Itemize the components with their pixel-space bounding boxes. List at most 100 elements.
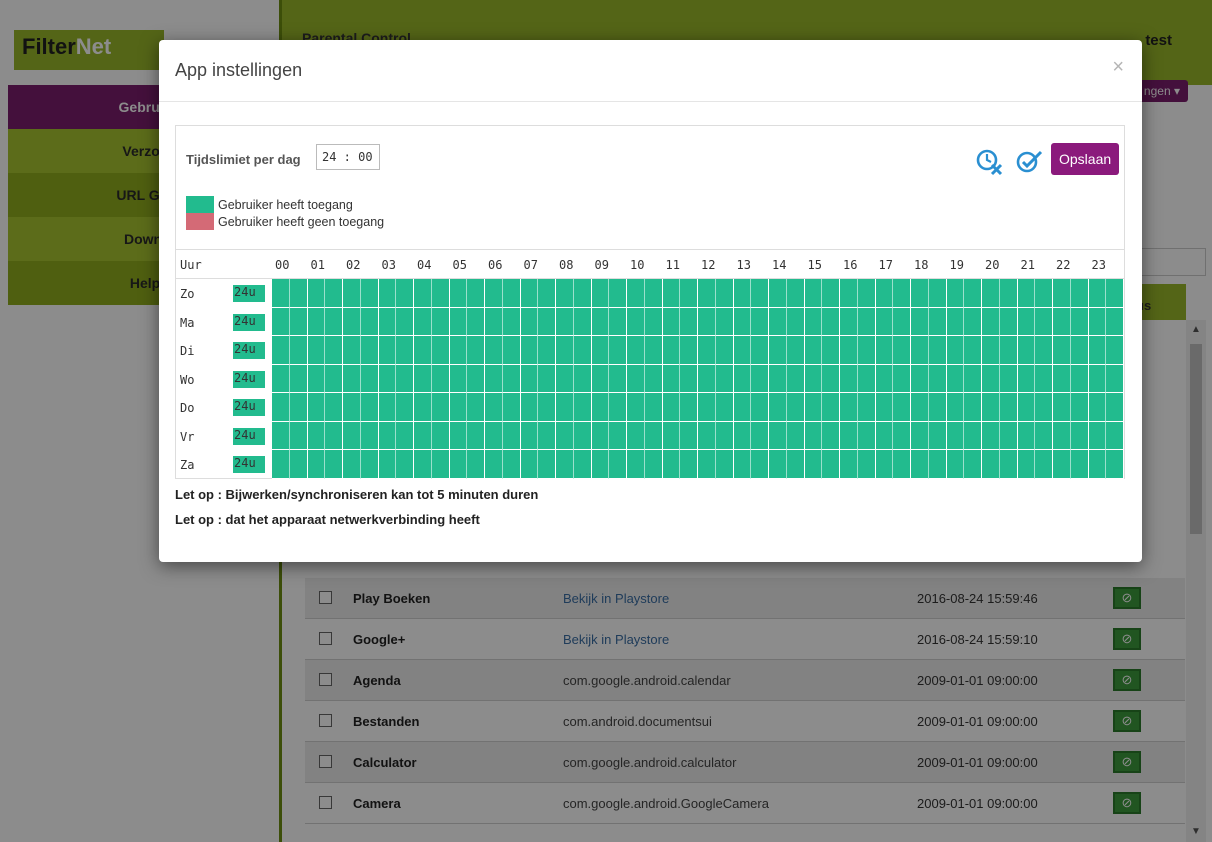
time-slot[interactable] — [289, 336, 308, 365]
time-slot[interactable] — [307, 336, 326, 365]
time-slot[interactable] — [946, 393, 965, 422]
time-slot[interactable] — [449, 307, 468, 336]
time-slot[interactable] — [1017, 393, 1036, 422]
time-slot[interactable] — [467, 279, 485, 308]
time-slot[interactable] — [875, 450, 894, 479]
time-slot[interactable] — [1053, 279, 1071, 308]
time-slot[interactable] — [875, 307, 894, 336]
time-slot[interactable] — [644, 307, 663, 336]
time-slot[interactable] — [733, 450, 752, 479]
time-slot[interactable] — [485, 393, 503, 422]
time-slot[interactable] — [485, 364, 503, 393]
time-slot[interactable] — [733, 336, 752, 365]
time-slot[interactable] — [485, 336, 503, 365]
time-slot[interactable] — [715, 450, 734, 479]
time-slot[interactable] — [946, 450, 965, 479]
time-slot[interactable] — [893, 450, 911, 479]
time-slot[interactable] — [982, 393, 1000, 422]
time-slot[interactable] — [1070, 279, 1089, 308]
time-slot[interactable] — [289, 364, 308, 393]
time-slot[interactable] — [591, 336, 610, 365]
time-slot[interactable] — [1035, 421, 1053, 450]
time-slot[interactable] — [875, 336, 894, 365]
time-slot[interactable] — [1070, 393, 1089, 422]
time-slot[interactable] — [1035, 307, 1053, 336]
time-slot[interactable] — [573, 279, 592, 308]
time-slot[interactable] — [999, 336, 1018, 365]
time-slot[interactable] — [431, 279, 450, 308]
time-slot[interactable] — [272, 450, 290, 479]
time-slot[interactable] — [964, 364, 982, 393]
time-slot[interactable] — [999, 421, 1018, 450]
time-slot[interactable] — [822, 364, 840, 393]
time-slot[interactable] — [982, 279, 1000, 308]
time-slot[interactable] — [715, 307, 734, 336]
time-slot[interactable] — [840, 393, 858, 422]
time-slot[interactable] — [662, 421, 681, 450]
time-slot[interactable] — [556, 450, 574, 479]
time-slot[interactable] — [662, 307, 681, 336]
time-slot[interactable] — [556, 279, 574, 308]
time-slot[interactable] — [502, 279, 521, 308]
time-slot[interactable] — [609, 279, 627, 308]
time-slot[interactable] — [751, 307, 769, 336]
time-slot[interactable] — [431, 336, 450, 365]
time-slot[interactable] — [573, 307, 592, 336]
time-slot[interactable] — [946, 279, 965, 308]
time-slot[interactable] — [644, 393, 663, 422]
time-slot[interactable] — [644, 421, 663, 450]
time-slot[interactable] — [343, 307, 361, 336]
time-slot[interactable] — [982, 336, 1000, 365]
time-slot[interactable] — [414, 393, 432, 422]
clock-edit-icon[interactable] — [1015, 148, 1043, 176]
time-slot[interactable] — [343, 364, 361, 393]
time-slot[interactable] — [911, 279, 929, 308]
time-slot[interactable] — [804, 421, 823, 450]
time-slot[interactable] — [307, 364, 326, 393]
time-slot[interactable] — [325, 450, 343, 479]
time-slot[interactable] — [964, 307, 982, 336]
time-slot[interactable] — [272, 307, 290, 336]
time-slot[interactable] — [751, 393, 769, 422]
time-slot[interactable] — [289, 450, 308, 479]
time-slot[interactable] — [946, 421, 965, 450]
time-slot[interactable] — [1088, 279, 1107, 308]
time-slot[interactable] — [857, 279, 876, 308]
time-slot[interactable] — [1053, 393, 1071, 422]
time-slot[interactable] — [1017, 364, 1036, 393]
time-slot[interactable] — [999, 450, 1018, 479]
time-slot[interactable] — [644, 450, 663, 479]
time-slot[interactable] — [485, 307, 503, 336]
time-slot[interactable] — [1088, 364, 1107, 393]
time-slot[interactable] — [911, 393, 929, 422]
time-slot[interactable] — [698, 364, 716, 393]
time-slot[interactable] — [786, 393, 805, 422]
time-slot[interactable] — [911, 421, 929, 450]
time-slot[interactable] — [449, 450, 468, 479]
time-slot[interactable] — [680, 307, 698, 336]
time-slot[interactable] — [680, 450, 698, 479]
time-slot[interactable] — [485, 279, 503, 308]
time-slot[interactable] — [1070, 421, 1089, 450]
time-slot[interactable] — [431, 364, 450, 393]
time-slot[interactable] — [751, 364, 769, 393]
time-slot[interactable] — [467, 364, 485, 393]
time-slot[interactable] — [289, 393, 308, 422]
time-slot[interactable] — [893, 421, 911, 450]
time-slot[interactable] — [911, 336, 929, 365]
time-slot[interactable] — [396, 393, 414, 422]
time-slot[interactable] — [396, 307, 414, 336]
time-slot[interactable] — [857, 307, 876, 336]
time-slot[interactable] — [822, 279, 840, 308]
time-slot[interactable] — [556, 364, 574, 393]
time-slot[interactable] — [414, 364, 432, 393]
time-slot[interactable] — [627, 279, 645, 308]
time-slot[interactable] — [1035, 336, 1053, 365]
time-slot[interactable] — [999, 307, 1018, 336]
time-slot[interactable] — [467, 307, 485, 336]
time-slot[interactable] — [609, 450, 627, 479]
time-slot[interactable] — [893, 393, 911, 422]
time-slot[interactable] — [414, 307, 432, 336]
time-slot[interactable] — [786, 450, 805, 479]
time-slot[interactable] — [307, 450, 326, 479]
